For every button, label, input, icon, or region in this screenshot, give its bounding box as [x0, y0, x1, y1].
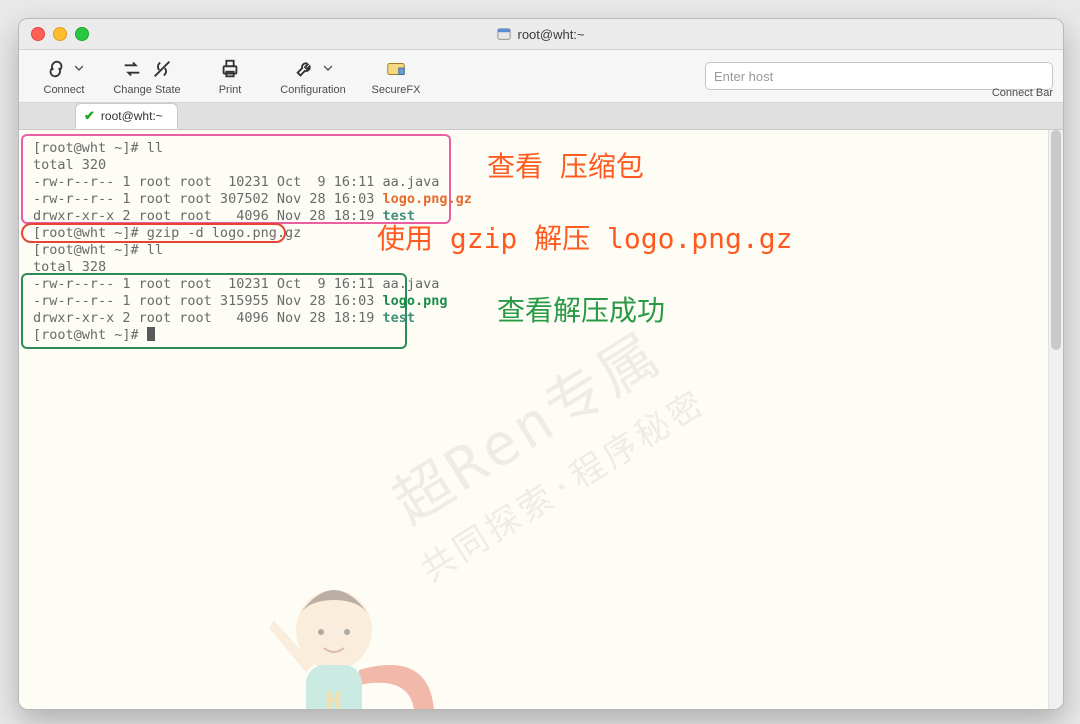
- window-title-text: root@wht:~: [517, 27, 584, 42]
- term-line: drwxr-xr-x 2 root root 4096 Nov 28 18:19…: [33, 208, 1049, 225]
- toolbar-securefx[interactable]: SecureFX: [361, 56, 431, 96]
- toolbar-configuration-label: Configuration: [280, 84, 345, 96]
- app-window: root@wht:~ Connect: [18, 18, 1064, 710]
- wrench-icon: [294, 58, 316, 80]
- disconnect-icon: [151, 58, 173, 80]
- host-input-placeholder: Enter host: [714, 69, 773, 84]
- term-line: -rw-r--r-- 1 root root 315955 Nov 28 16:…: [33, 293, 1049, 310]
- toolbar-print[interactable]: Print: [195, 56, 265, 96]
- watermark-line-2: 共同探索·程序秘密: [411, 378, 717, 595]
- scrollbar-thumb[interactable]: [1051, 130, 1061, 350]
- toolbar-configuration[interactable]: Configuration: [265, 56, 361, 96]
- host-input[interactable]: Enter host: [705, 62, 1053, 90]
- toolbar-print-label: Print: [219, 84, 242, 96]
- term-line: drwxr-xr-x 2 root root 4096 Nov 28 18:19…: [33, 310, 1049, 327]
- file-logo-gz: logo.png.gz: [383, 191, 472, 207]
- term-line: -rw-r--r-- 1 root root 10231 Oct 9 16:11…: [33, 276, 1049, 293]
- printer-icon: [219, 58, 241, 80]
- toolbar-connect[interactable]: Connect: [29, 56, 99, 96]
- svg-text:H: H: [326, 687, 342, 710]
- term-line: [root@wht ~]# ll: [33, 242, 1049, 259]
- term-prompt-idle: [root@wht ~]#: [33, 327, 1049, 344]
- titlebar: root@wht:~: [19, 19, 1063, 50]
- mascot-icon: H: [224, 560, 444, 710]
- toolbar: Connect Change State: [19, 50, 1063, 103]
- securefx-icon: [385, 58, 407, 80]
- term-line: total 328: [33, 259, 1049, 276]
- term-line: total 320: [33, 157, 1049, 174]
- dir-test: test: [383, 310, 416, 326]
- reconnect-icon: [121, 58, 143, 80]
- window-title: root@wht:~: [19, 27, 1063, 42]
- scrollbar[interactable]: [1048, 130, 1063, 710]
- link-icon: [45, 58, 67, 80]
- watermark: 超Ren专属 共同探索·程序秘密: [365, 305, 717, 596]
- toolbar-change-state[interactable]: Change State: [99, 56, 195, 96]
- file-logo-png: logo.png: [383, 293, 448, 309]
- term-line: -rw-r--r-- 1 root root 10231 Oct 9 16:11…: [33, 174, 1049, 191]
- toolbar-change-state-label: Change State: [113, 84, 180, 96]
- tab-label: root@wht:~: [101, 109, 163, 123]
- chevron-down-icon: [324, 65, 332, 73]
- tab-session[interactable]: ✔ root@wht:~: [75, 103, 178, 129]
- terminal-icon: [497, 27, 511, 41]
- term-line: [root@wht ~]# gzip -d logo.png.gz: [33, 225, 1049, 242]
- term-line: -rw-r--r-- 1 root root 307502 Nov 28 16:…: [33, 191, 1049, 208]
- chevron-down-icon: [75, 65, 83, 73]
- terminal[interactable]: 超Ren专属 共同探索·程序秘密 H [root@wht ~]# ll: [19, 130, 1063, 710]
- term-line: [root@wht ~]# ll: [33, 140, 1049, 157]
- tabbar: ✔ root@wht:~: [19, 103, 1063, 130]
- toolbar-connect-label: Connect: [44, 84, 85, 96]
- connect-bar-label: Connect Bar: [992, 87, 1053, 99]
- check-icon: ✔: [84, 108, 95, 124]
- cursor-icon: [147, 327, 155, 341]
- dir-test: test: [383, 208, 416, 224]
- toolbar-securefx-label: SecureFX: [372, 84, 421, 96]
